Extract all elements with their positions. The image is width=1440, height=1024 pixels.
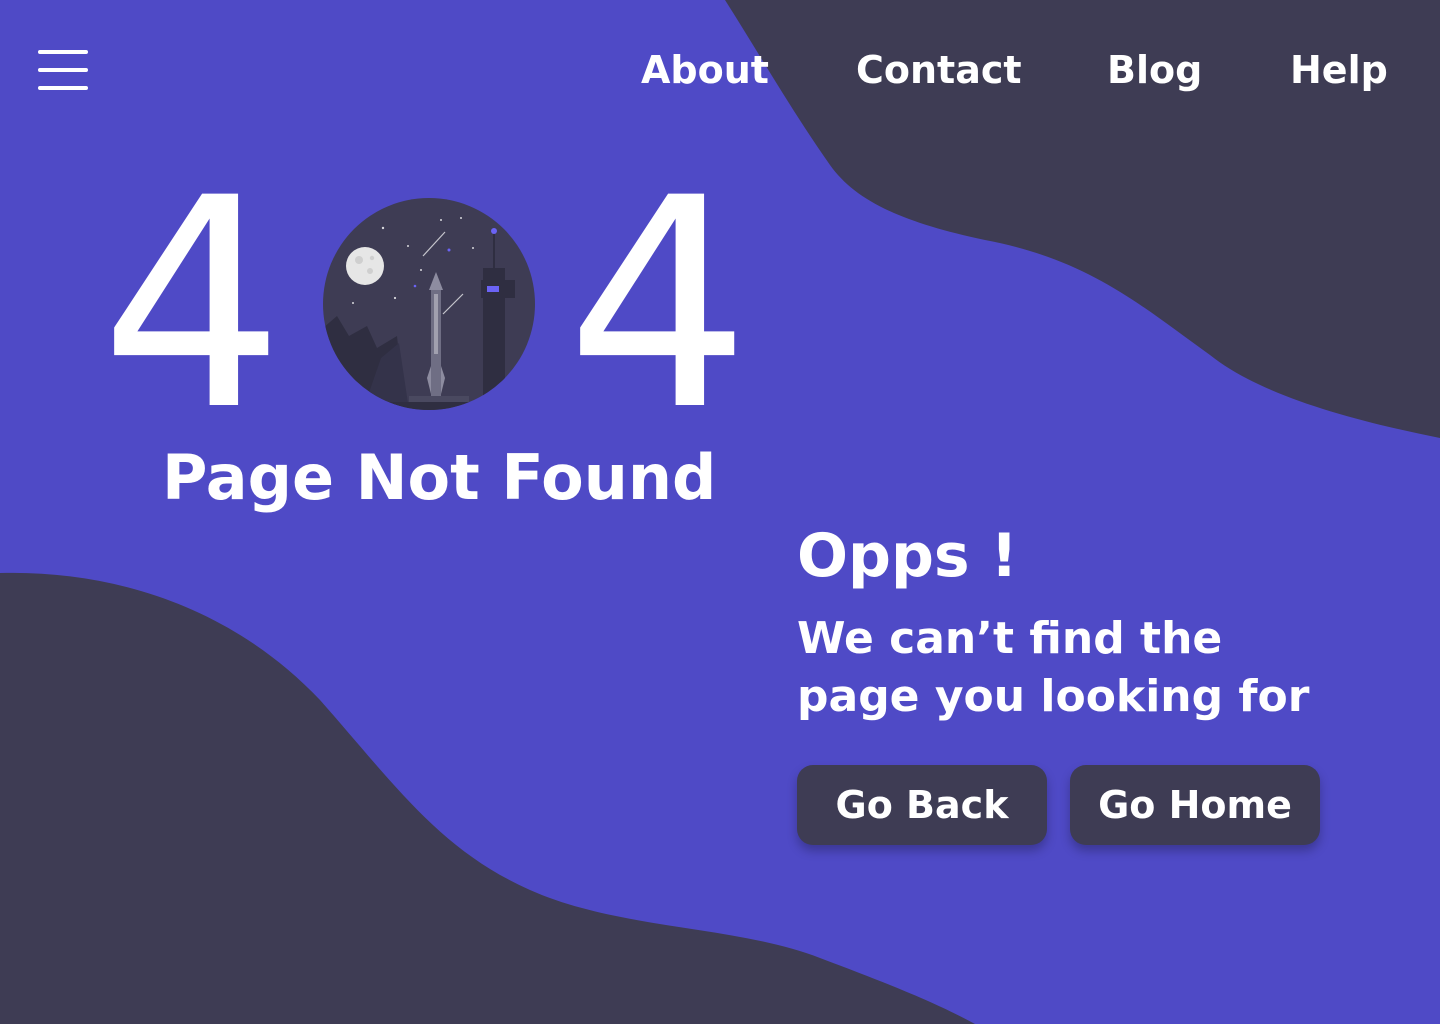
error-message: We can’t find the page you looking for — [797, 613, 1310, 722]
hamburger-menu-icon[interactable] — [38, 50, 88, 90]
error-page: About Contact Blog Help 4 4 Page Not Fou… — [0, 0, 1440, 1024]
nav-link-contact[interactable]: Contact — [856, 46, 1022, 94]
error-code-digit-left: 4 — [100, 137, 285, 474]
oops-heading: Opps ! — [797, 521, 1018, 591]
menu-bar — [38, 86, 88, 90]
rocket-launch-night-scene-icon — [323, 198, 535, 410]
nav-link-blog[interactable]: Blog — [1107, 46, 1202, 94]
nav-link-help[interactable]: Help — [1290, 46, 1388, 94]
go-back-button[interactable]: Go Back — [797, 765, 1047, 845]
menu-bar — [38, 68, 88, 72]
error-code-digit-right: 4 — [566, 137, 751, 474]
page-title: Page Not Found — [162, 441, 717, 514]
menu-bar — [38, 50, 88, 54]
go-home-button[interactable]: Go Home — [1070, 765, 1320, 845]
nav-link-about[interactable]: About — [641, 46, 769, 94]
